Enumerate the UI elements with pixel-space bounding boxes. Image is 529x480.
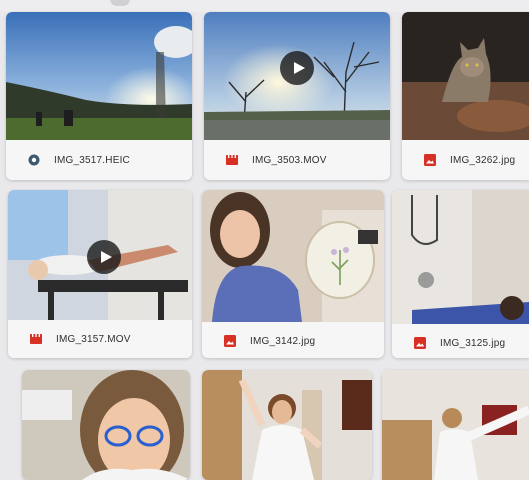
play-icon[interactable] — [87, 240, 121, 274]
file-card-9[interactable] — [382, 370, 529, 480]
file-name: IMG_3517.HEIC — [54, 154, 130, 166]
file-name: IMG_3142.jpg — [250, 335, 316, 347]
thumbnail — [392, 190, 529, 324]
top-bar — [0, 0, 529, 12]
thumbnail — [402, 12, 529, 140]
file-name: IMG_3262.jpg — [450, 154, 516, 166]
thumbnail — [382, 370, 529, 480]
file-card-2[interactable]: IMG_3503.MOV — [204, 12, 390, 180]
file-card-8[interactable] — [202, 370, 372, 480]
file-name: IMG_3503.MOV — [252, 154, 327, 166]
file-card-4[interactable]: IMG_3157.MOV — [8, 190, 192, 358]
scroll-indicator — [110, 0, 130, 6]
file-card-7[interactable] — [22, 370, 190, 480]
thumbnail — [204, 12, 390, 140]
photo-circle-icon — [28, 154, 40, 166]
file-name: IMG_3125.jpg — [440, 337, 506, 349]
thumbnail — [202, 190, 384, 322]
file-card-3[interactable]: IMG_3262.jpg — [402, 12, 529, 180]
file-name: IMG_3157.MOV — [56, 333, 131, 345]
thumbnail — [22, 370, 190, 480]
thumbnail — [6, 12, 192, 140]
video-icon — [226, 154, 238, 166]
file-card-6[interactable]: IMG_3125.jpg — [392, 190, 529, 358]
play-icon[interactable] — [280, 51, 314, 85]
image-icon — [424, 154, 436, 166]
file-card-5[interactable]: IMG_3142.jpg — [202, 190, 384, 358]
video-icon — [30, 333, 42, 345]
image-icon — [224, 335, 236, 347]
image-icon — [414, 337, 426, 349]
thumbnail — [202, 370, 372, 480]
thumbnail — [8, 190, 192, 320]
file-card-1[interactable]: IMG_3517.HEIC — [6, 12, 192, 180]
